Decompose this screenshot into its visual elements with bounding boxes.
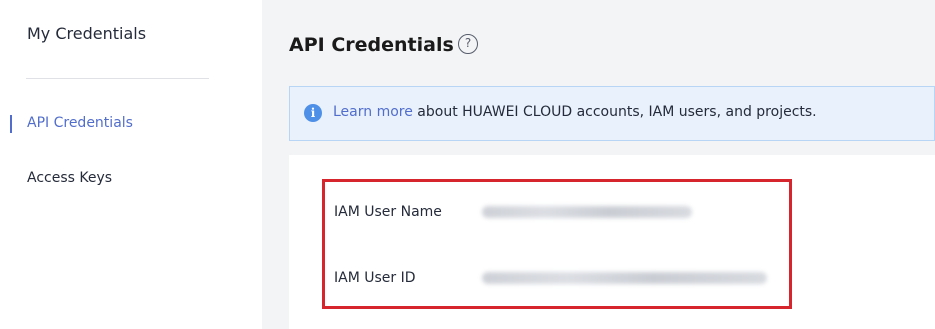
highlight-box — [322, 179, 792, 309]
question-circle-icon[interactable]: ? — [458, 34, 478, 54]
info-circle-icon: i — [304, 104, 322, 122]
learn-more-link[interactable]: Learn more — [333, 104, 413, 120]
active-indicator — [10, 115, 12, 133]
sidebar-item-access-keys[interactable]: Access Keys — [27, 170, 112, 186]
info-text: Learn more about HUAWEI CLOUD accounts, … — [333, 104, 817, 120]
page: My Credentials API Credentials Access Ke… — [0, 0, 935, 329]
sidebar-item-api-credentials[interactable]: API Credentials — [27, 115, 133, 131]
iam-user-id-label: IAM User ID — [334, 270, 416, 286]
iam-user-id-value — [482, 272, 767, 284]
iam-user-name-label: IAM User Name — [334, 204, 442, 220]
info-banner: i Learn more about HUAWEI CLOUD accounts… — [289, 86, 935, 141]
main-content: API Credentials ? i Learn more about HUA… — [262, 0, 935, 329]
info-message: about HUAWEI CLOUD accounts, IAM users, … — [412, 104, 817, 120]
sidebar-title: My Credentials — [27, 24, 147, 43]
credentials-card: IAM User Name IAM User ID — [289, 155, 935, 329]
sidebar-divider — [26, 78, 209, 79]
iam-user-name-value — [482, 206, 692, 218]
sidebar: My Credentials API Credentials Access Ke… — [0, 0, 262, 329]
page-title: API Credentials — [289, 34, 454, 56]
